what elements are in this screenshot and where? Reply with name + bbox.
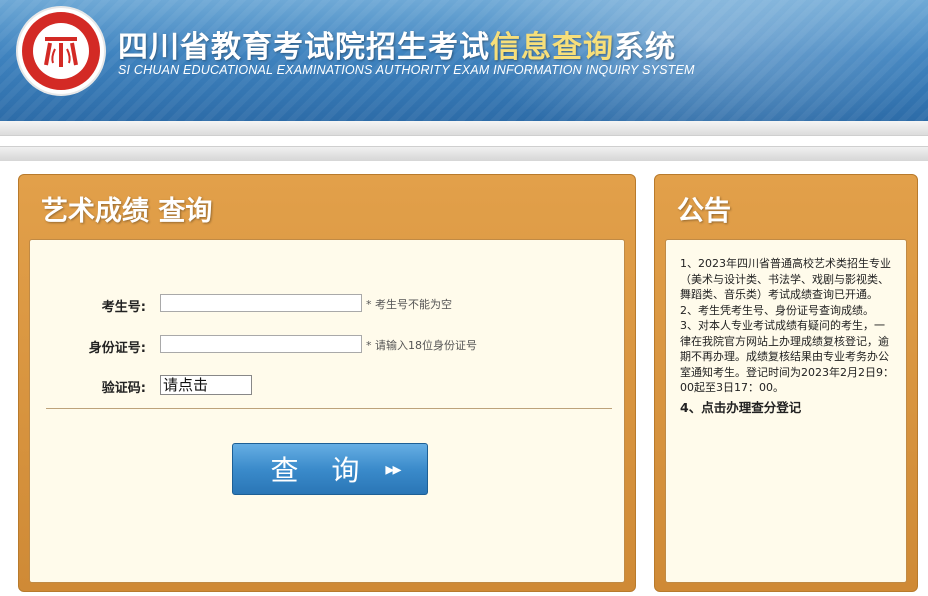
exam-id-hint: * 考生号不能为空 [366, 298, 452, 311]
notice-item: 1、2023年四川省普通高校艺术类招生专业（美术与设计类、书法学、戏剧与影视类、… [680, 257, 891, 301]
form-divider [46, 408, 612, 409]
query-button[interactable]: 查 询 ▸▸ [232, 443, 428, 495]
query-form: 考生号: * 考生号不能为空 身份证号: * 请输入18位身份证号 验证码: 请… [29, 239, 625, 583]
captcha-button[interactable]: 请点击 [160, 375, 252, 395]
site-title-part2: 系统 [614, 30, 676, 65]
notice-body: 1、2023年四川省普通高校艺术类招生专业（美术与设计类、书法学、戏剧与影视类、… [665, 239, 907, 583]
site-title-part1: 四川省教育考试院招生考试 [118, 30, 490, 65]
notice-panel: 公告 1、2023年四川省普通高校艺术类招生专业（美术与设计类、书法学、戏剧与影… [654, 174, 918, 592]
score-review-link[interactable]: 4、点击办理查分登记 [680, 400, 894, 416]
site-title-highlight: 信息查询 [490, 30, 614, 65]
logo [18, 8, 104, 94]
exam-id-label: 考生号: [101, 300, 146, 315]
captcha-label: 验证码: [101, 381, 146, 396]
query-panel-title: 艺术成绩 查询 [41, 196, 213, 227]
notice-item: 3、对本人专业考试成绩有疑问的考生，一律在我院官方网站上办理成绩复核登记，逾期不… [680, 319, 894, 394]
notice-item: 2、考生凭考生号、身份证号查询成绩。 [680, 303, 874, 317]
header-bar-top [0, 121, 928, 136]
notice-list: 1、2023年四川省普通高校艺术类招生专业（美术与设计类、书法学、戏剧与影视类、… [680, 256, 894, 415]
sichuan-exam-authority-logo-icon [44, 37, 78, 67]
site-header: 四川省教育考试院招生考试信息查询系统 SI CHUAN EDUCATIONAL … [0, 0, 928, 121]
header-bar-bottom [0, 146, 928, 161]
id-card-hint: * 请输入18位身份证号 [366, 339, 477, 352]
site-title: 四川省教育考试院招生考试信息查询系统 [118, 22, 676, 66]
score-query-panel: 艺术成绩 查询 考生号: * 考生号不能为空 身份证号: * 请输入18位身份证… [18, 174, 636, 592]
double-arrow-right-icon: ▸▸ [385, 458, 401, 480]
exam-id-input[interactable] [160, 294, 362, 312]
query-button-label: 查 询 [270, 454, 372, 487]
site-subtitle: SI CHUAN EDUCATIONAL EXAMINATIONS AUTHOR… [118, 63, 695, 77]
id-card-input[interactable] [160, 335, 362, 353]
notice-panel-title: 公告 [677, 196, 731, 227]
id-card-label: 身份证号: [88, 341, 146, 356]
